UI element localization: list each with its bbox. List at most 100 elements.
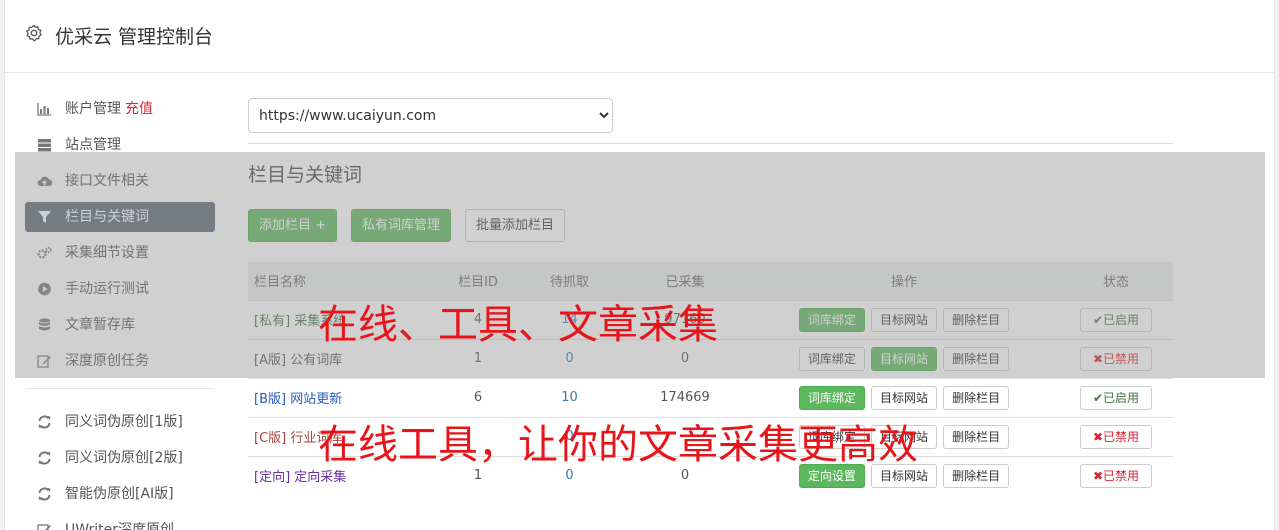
status-cell: ✖已禁用 [1059, 416, 1173, 456]
target-site-button[interactable]: 目标网站 [870, 463, 937, 488]
sidebar-item-uwriter[interactable]: UWriter深度原创 [25, 515, 215, 530]
sidebar-item-synonym-v1[interactable]: 同义词伪原创[1版] [25, 407, 215, 437]
cloud-upload-icon [37, 174, 53, 188]
delete-column-button[interactable]: 删除栏目 [943, 346, 1010, 371]
column-name-cell: [私有] 采集系统 [248, 299, 438, 339]
sidebar-item-sites[interactable]: 站点管理 [25, 130, 215, 160]
column-link[interactable]: [B版] 网站更新 [254, 392, 342, 407]
column-name-cell: [B版] 网站更新 [248, 377, 438, 417]
col-header-status: 状态 [1102, 275, 1129, 291]
sidebar-item-label: 站点管理 [65, 137, 121, 153]
sidebar-item-label: 智能伪原创[AI版] [65, 486, 174, 502]
pending-count-cell: 0 [518, 338, 621, 378]
target-site-button[interactable]: 目标网站 [870, 307, 937, 332]
col-header-collected: 已采集 [665, 275, 705, 291]
column-link[interactable]: [私有] 采集系统 [254, 314, 346, 329]
sidebar: 账户管理 充值 站点管理 接口文件相关 栏目与关键词 采集细节设置 手动运行测试… [25, 94, 215, 530]
section-title: 栏目与关键词 [248, 164, 363, 186]
bind-dict-button[interactable]: 词库绑定 [798, 307, 865, 332]
column-link[interactable]: [定向] 定向采集 [254, 470, 346, 485]
sidebar-item-ai-original[interactable]: 智能伪原创[AI版] [25, 479, 215, 509]
actions-cell: 词库绑定 目标网站 删除栏目 [749, 299, 1059, 339]
table-row: [私有] 采集系统 4 14 97160 词库绑定 目标网站 删除栏目 ✔已启用 [248, 299, 1173, 339]
bind-dict-button[interactable]: 词库绑定 [798, 385, 865, 410]
status-cell: ✖已禁用 [1059, 338, 1173, 378]
status-cell: ✖已禁用 [1059, 455, 1173, 495]
sidebar-item-account[interactable]: 账户管理 充值 [25, 94, 215, 124]
column-id-cell: 4 [438, 299, 518, 339]
sidebar-item-label: 接口文件相关 [65, 173, 149, 189]
columns-table: 栏目名称 栏目ID 待抓取 已采集 操作 状态 [私有] 采集系统 4 14 9… [248, 262, 1173, 495]
sidebar-item-synonym-v2[interactable]: 同义词伪原创[2版] [25, 443, 215, 473]
top-bar: 优采云 管理控制台 [5, 0, 1274, 73]
private-dict-button[interactable]: 私有词库管理 [351, 209, 452, 242]
bind-dict-button[interactable]: 词库绑定 [798, 346, 865, 371]
refresh-icon [37, 415, 52, 429]
sidebar-item-deep-original[interactable]: 深度原创任务 [25, 346, 215, 376]
column-link[interactable]: [C版] 行业词库 [254, 431, 342, 446]
pending-count-cell: 10 [518, 377, 621, 417]
actions-cell: 定向设置 目标网站 删除栏目 [749, 455, 1059, 495]
sidebar-item-label: 同义词伪原创[2版] [65, 450, 183, 466]
database-icon [37, 318, 52, 332]
column-id-cell [438, 416, 518, 456]
delete-column-button[interactable]: 删除栏目 [943, 307, 1010, 332]
target-site-button[interactable]: 目标网站 [870, 385, 937, 410]
play-circle-icon [37, 282, 52, 296]
table-row: [C版] 行业词库 0 词库绑定 目标网站 删除栏目 ✖已禁用 [248, 416, 1173, 456]
bar-chart-icon [37, 102, 52, 116]
target-site-button[interactable]: 目标网站 [870, 346, 937, 371]
sidebar-item-collection-settings[interactable]: 采集细节设置 [25, 238, 215, 268]
status-cell: ✔已启用 [1059, 377, 1173, 417]
refresh-icon [37, 487, 52, 501]
column-name-cell: [A版] 公有词库 [248, 338, 438, 378]
collected-count-cell: 97160 [621, 299, 749, 339]
sidebar-item-label: 栏目与关键词 [65, 209, 149, 225]
sidebar-item-label: 手动运行测试 [65, 281, 149, 297]
delete-column-button[interactable]: 删除栏目 [943, 385, 1010, 410]
pending-count-cell: 0 [518, 416, 621, 456]
status-cell: ✔已启用 [1059, 299, 1173, 339]
gear-icon [26, 24, 42, 42]
bind-dict-button[interactable]: 词库绑定 [798, 424, 865, 449]
status-toggle[interactable]: ✔已启用 [1080, 307, 1152, 332]
directed-settings-button[interactable]: 定向设置 [798, 463, 865, 488]
column-id-cell: 6 [438, 377, 518, 417]
table-row: [A版] 公有词库 1 0 0 词库绑定 目标网站 删除栏目 ✖已禁用 [248, 338, 1173, 378]
table-row: [B版] 网站更新 6 10 174669 词库绑定 目标网站 删除栏目 ✔已启… [248, 377, 1173, 417]
actions-cell: 词库绑定 目标网站 删除栏目 [749, 338, 1059, 378]
sidebar-item-label: 深度原创任务 [65, 353, 149, 369]
sidebar-item-article-store[interactable]: 文章暂存库 [25, 310, 215, 340]
delete-column-button[interactable]: 删除栏目 [943, 463, 1010, 488]
collected-count-cell [621, 416, 749, 456]
recharge-link[interactable]: 充值 [125, 101, 153, 117]
site-select[interactable]: https://www.ucaiyun.com [248, 98, 613, 133]
sidebar-item-interface-files[interactable]: 接口文件相关 [25, 166, 215, 196]
col-header-pending: 待抓取 [549, 275, 589, 291]
sidebar-item-manual-test[interactable]: 手动运行测试 [25, 274, 215, 304]
sidebar-item-label: UWriter深度原创 [65, 522, 174, 530]
column-link[interactable]: [A版] 公有词库 [254, 353, 342, 368]
status-toggle[interactable]: ✖已禁用 [1080, 424, 1152, 449]
column-id-cell: 1 [438, 338, 518, 378]
status-toggle[interactable]: ✔已启用 [1080, 385, 1152, 410]
table-header-row: 栏目名称 栏目ID 待抓取 已采集 操作 状态 [248, 262, 1173, 300]
edit-icon [37, 354, 52, 368]
delete-column-button[interactable]: 删除栏目 [943, 424, 1010, 449]
target-site-button[interactable]: 目标网站 [870, 424, 937, 449]
app-title: 优采云 管理控制台 [55, 26, 214, 48]
edit-icon [37, 523, 52, 530]
main-content: https://www.ucaiyun.com 栏目与关键词 添加栏目 + 私有… [248, 98, 1173, 495]
column-id-cell: 1 [438, 455, 518, 495]
col-header-actions: 操作 [890, 275, 917, 291]
add-column-button[interactable]: 添加栏目 + [248, 209, 338, 242]
sidebar-item-label: 账户管理 [65, 101, 121, 117]
batch-add-button[interactable]: 批量添加栏目 [465, 209, 566, 242]
collected-count-cell: 0 [621, 338, 749, 378]
sidebar-item-columns-keywords[interactable]: 栏目与关键词 [25, 202, 215, 232]
status-toggle[interactable]: ✖已禁用 [1080, 463, 1152, 488]
status-toggle[interactable]: ✖已禁用 [1080, 346, 1152, 371]
filter-icon [37, 210, 52, 224]
pending-count-cell: 0 [518, 455, 621, 495]
divider [248, 143, 1173, 144]
